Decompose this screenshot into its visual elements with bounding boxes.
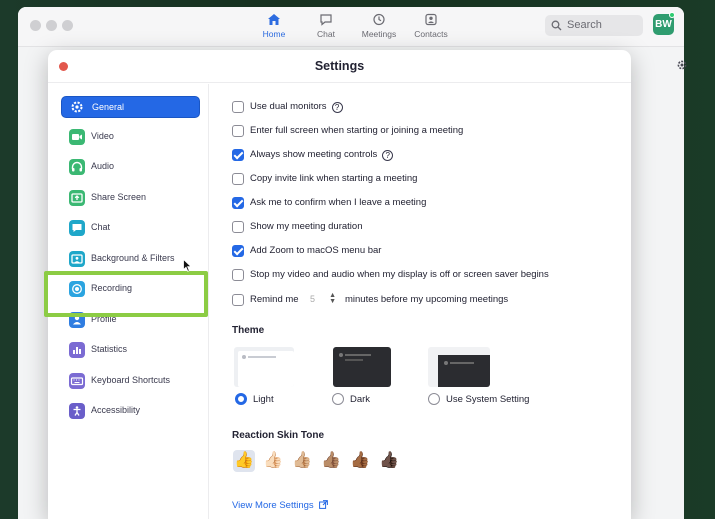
theme-light-label: Light	[253, 394, 274, 405]
minutes-stepper[interactable]: 5 ▲ ▼	[304, 292, 338, 307]
sidebar-item-label: General	[92, 102, 125, 112]
search-placeholder: Search	[567, 19, 602, 31]
sidebar-item-label: Audio	[91, 161, 115, 171]
dialog-title: Settings	[314, 59, 365, 73]
sidebar-item-share-screen[interactable]: Share Screen	[61, 187, 200, 209]
checkbox-dual-monitors[interactable]	[232, 101, 244, 113]
share-screen-icon	[69, 190, 85, 206]
skin-tone-medium-dark[interactable]: 👍🏾	[349, 450, 371, 472]
tab-meetings[interactable]: Meetings	[349, 13, 409, 39]
chat-icon	[69, 220, 85, 236]
theme-light-thumbnail[interactable]	[234, 347, 294, 387]
checkbox-menu-bar[interactable]	[232, 245, 244, 257]
minutes-value: 5	[310, 294, 316, 304]
checkbox-full-screen[interactable]	[232, 125, 244, 137]
sidebar-item-label: Accessibility	[91, 405, 141, 415]
external-link-icon	[319, 500, 329, 509]
option-label: minutes before my upcoming meetings	[345, 294, 509, 305]
sidebar-item-label: Keyboard Shortcuts	[91, 375, 171, 385]
radio-theme-light[interactable]	[235, 393, 247, 405]
video-icon	[69, 129, 85, 145]
radio-theme-dark[interactable]	[332, 393, 344, 405]
sidebar-item-label: Background & Filters	[91, 253, 175, 263]
sidebar-item-chat[interactable]: Chat	[61, 217, 200, 239]
statistics-icon	[69, 342, 85, 358]
option-label: Add Zoom to macOS menu bar	[250, 245, 382, 256]
view-more-settings-link[interactable]: View More Settings	[232, 500, 329, 511]
option-label: Always show meeting controls	[250, 149, 378, 160]
theme-system-thumbnail[interactable]	[428, 347, 490, 387]
search-icon	[551, 20, 562, 31]
settings-sidebar: General Video Audio Share Screen Chat Ba…	[44, 84, 209, 519]
checkbox-meeting-duration[interactable]	[232, 221, 244, 233]
skin-tone-light[interactable]: 👍🏻	[262, 450, 284, 472]
skin-tone-dark[interactable]: 👍🏿	[378, 450, 400, 472]
sidebar-item-general[interactable]: General	[61, 96, 200, 118]
checkbox-confirm-leave[interactable]	[232, 197, 244, 209]
help-icon[interactable]: ?	[331, 102, 343, 113]
checkbox-show-controls[interactable]	[232, 149, 244, 161]
title-bar: Home Chat Meetings Contacts Search BW	[18, 7, 684, 47]
window-maximize-button[interactable]	[62, 20, 73, 31]
sidebar-item-label: Share Screen	[91, 192, 147, 202]
tab-chat[interactable]: Chat	[296, 13, 356, 39]
option-label: Stop my video and audio when my display …	[250, 269, 549, 280]
highlight-box	[44, 271, 208, 317]
theme-dark-thumbnail[interactable]	[333, 347, 391, 387]
theme-title: Theme	[232, 325, 265, 336]
view-more-settings-label: View More Settings	[232, 500, 314, 511]
chat-icon	[320, 14, 332, 26]
tab-chat-label: Chat	[317, 29, 335, 39]
tab-meetings-label: Meetings	[361, 29, 397, 39]
sidebar-item-statistics[interactable]: Statistics	[61, 339, 200, 361]
help-icon[interactable]: ?	[382, 150, 394, 161]
skin-tone-medium[interactable]: 👍🏽	[320, 450, 342, 472]
theme-system-label: Use System Setting	[446, 394, 530, 405]
sidebar-item-keyboard-shortcuts[interactable]: Keyboard Shortcuts	[61, 370, 200, 392]
option-label: Ask me to confirm when I leave a meeting	[250, 197, 427, 208]
sidebar-item-label: Statistics	[91, 344, 128, 354]
contacts-icon	[425, 13, 437, 26]
skin-tone-medium-light[interactable]: 👍🏼	[291, 450, 313, 472]
sidebar-item-label: Chat	[91, 222, 111, 232]
headphones-icon	[69, 159, 85, 175]
search-input[interactable]: Search	[545, 15, 643, 36]
window-minimize-button[interactable]	[46, 20, 57, 31]
keyboard-icon	[69, 373, 85, 389]
checkbox-remind-me[interactable]	[232, 294, 244, 306]
option-label: Remind me	[250, 294, 299, 305]
clock-icon	[373, 13, 385, 26]
option-label: Enter full screen when starting or joini…	[250, 125, 464, 136]
home-icon	[268, 14, 280, 25]
tab-home[interactable]: Home	[244, 13, 304, 39]
stepper-arrows-icon[interactable]: ▲ ▼	[329, 292, 336, 305]
window-close-button[interactable]	[30, 20, 41, 31]
radio-theme-system[interactable]	[428, 393, 440, 405]
background-icon	[69, 251, 85, 267]
sidebar-item-background-filters[interactable]: Background & Filters	[61, 248, 200, 270]
tab-contacts[interactable]: Contacts	[401, 13, 461, 39]
sidebar-item-video[interactable]: Video	[61, 126, 200, 148]
skin-tone-title: Reaction Skin Tone	[232, 430, 325, 441]
accessibility-icon	[69, 403, 85, 419]
option-label: Copy invite link when starting a meeting	[250, 173, 418, 184]
mouse-cursor-icon	[183, 259, 192, 272]
settings-dialog: Settings General Video Audio Share Scree…	[44, 50, 631, 519]
sidebar-item-accessibility[interactable]: Accessibility	[61, 400, 200, 422]
gear-icon	[69, 99, 85, 115]
checkbox-stop-video-audio[interactable]	[232, 269, 244, 281]
presence-dot	[669, 12, 675, 18]
sidebar-item-audio[interactable]: Audio	[61, 156, 200, 178]
dialog-header: Settings	[48, 50, 631, 83]
option-remind-me[interactable]: Remind me 5 ▲ ▼ minutes before my upcomin…	[232, 292, 622, 309]
checkbox-copy-invite[interactable]	[232, 173, 244, 185]
tab-home-label: Home	[262, 29, 286, 39]
gear-icon[interactable]	[676, 59, 688, 71]
option-label: Use dual monitors	[250, 101, 327, 112]
tab-contacts-label: Contacts	[414, 29, 448, 39]
skin-tone-default[interactable]: 👍	[233, 450, 255, 472]
sidebar-item-label: Video	[91, 131, 114, 141]
theme-dark-label: Dark	[350, 394, 371, 405]
option-label: Show my meeting duration	[250, 221, 363, 232]
